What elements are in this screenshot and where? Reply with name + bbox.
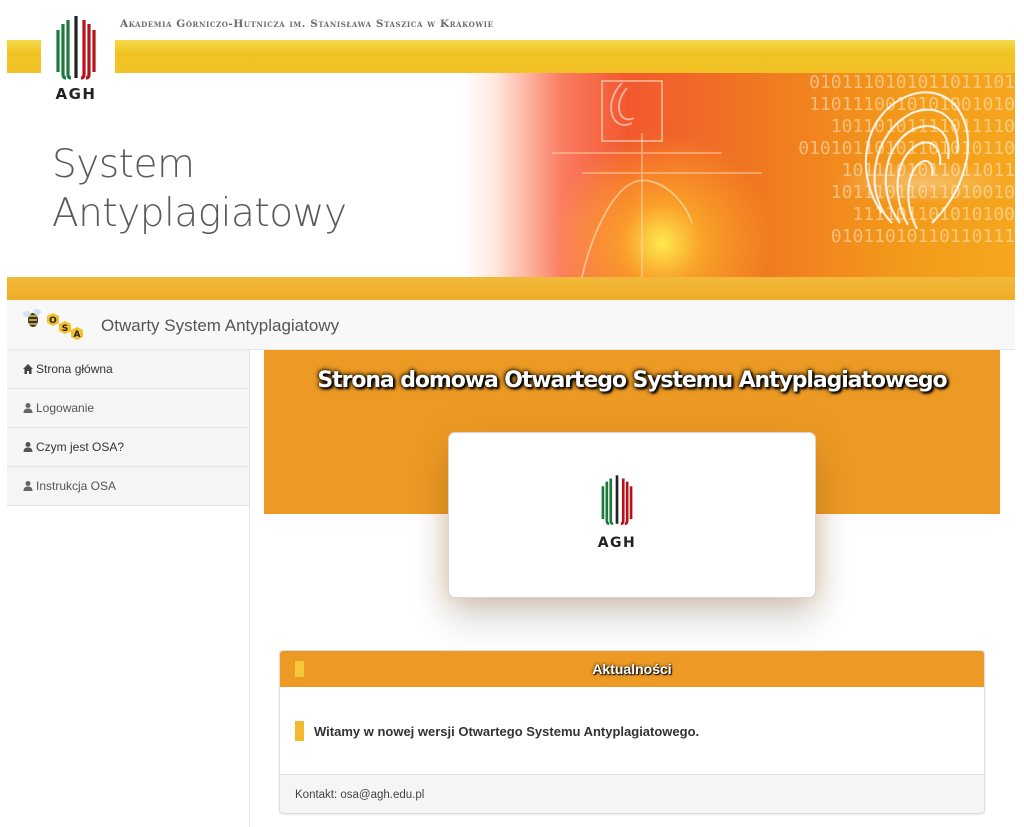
bee-icon: O S A (23, 309, 83, 340)
card-agh-text: AGH (597, 535, 637, 551)
sidebar-item-label: Instrukcja OSA (36, 479, 117, 493)
news-panel-footer: Kontakt: osa@agh.edu.pl (280, 774, 984, 813)
user-icon (23, 403, 33, 413)
agh-logo-text: AGH (55, 85, 97, 103)
sidebar-item-label: Czym jest OSA? (36, 440, 125, 454)
news-panel-title: Aktualności (592, 661, 672, 677)
osa-logo-letter: A (74, 330, 81, 340)
header-stripe-left (7, 40, 41, 73)
osa-logo[interactable]: O S A (19, 306, 85, 342)
home-icon (23, 364, 33, 374)
sidebar-item-home[interactable]: Strona główna (7, 350, 249, 389)
header-banner: Akademia Górniczo-Hutnicza im. Stanisław… (7, 0, 1015, 300)
header-bottom-stripe (7, 277, 1015, 300)
agh-logo[interactable]: AGH (44, 10, 108, 110)
navbar: O S A Otwarty System Antyplagiatowy (7, 300, 1015, 350)
news-item-marker (295, 721, 304, 741)
system-title-line1: System (52, 142, 195, 187)
news-item-text: Witamy w nowej wersji Otwartego Systemu … (314, 724, 700, 739)
agh-logo-icon (44, 10, 108, 80)
sidebar-item-login[interactable]: Logowanie (7, 389, 249, 428)
page: Akademia Górniczo-Hutnicza im. Stanisław… (0, 0, 1024, 827)
hero-fingerprint-image: 0101110101011011101 1101110010101001010 … (462, 73, 1015, 277)
user-icon (23, 481, 33, 491)
navbar-brand[interactable]: Otwarty System Antyplagiatowy (101, 316, 339, 336)
sidebar-item-label: Strona główna (36, 362, 113, 376)
sidebar-item-label: Logowanie (36, 401, 95, 415)
system-title-line2: Antyplagiatowy (52, 191, 347, 236)
osa-logo-letter: O (49, 316, 57, 326)
agh-logo-icon (601, 475, 633, 526)
card-agh-logo: AGH (592, 465, 642, 555)
news-panel: Aktualności Witamy w nowej wersji Otwart… (279, 650, 985, 814)
user-icon (23, 442, 33, 452)
header-stripe-right (115, 40, 1015, 73)
fingerprint-icon (552, 80, 970, 277)
sidebar-item-about[interactable]: Czym jest OSA? (7, 428, 249, 467)
contact-text[interactable]: Kontakt: osa@agh.edu.pl (295, 789, 424, 801)
news-panel-header: Aktualności (280, 651, 984, 687)
sidebar: Strona główna Logowanie Czym jest OSA? I… (7, 350, 250, 827)
sidebar-item-instructions[interactable]: Instrukcja OSA (7, 467, 249, 506)
university-name: Akademia Górniczo-Hutnicza im. Stanisław… (120, 18, 494, 30)
agh-logo-card: AGH (448, 432, 816, 598)
jumbotron-title: Strona domowa Otwartego Systemu Antyplag… (317, 368, 947, 393)
osa-logo-letter: S (62, 324, 68, 334)
